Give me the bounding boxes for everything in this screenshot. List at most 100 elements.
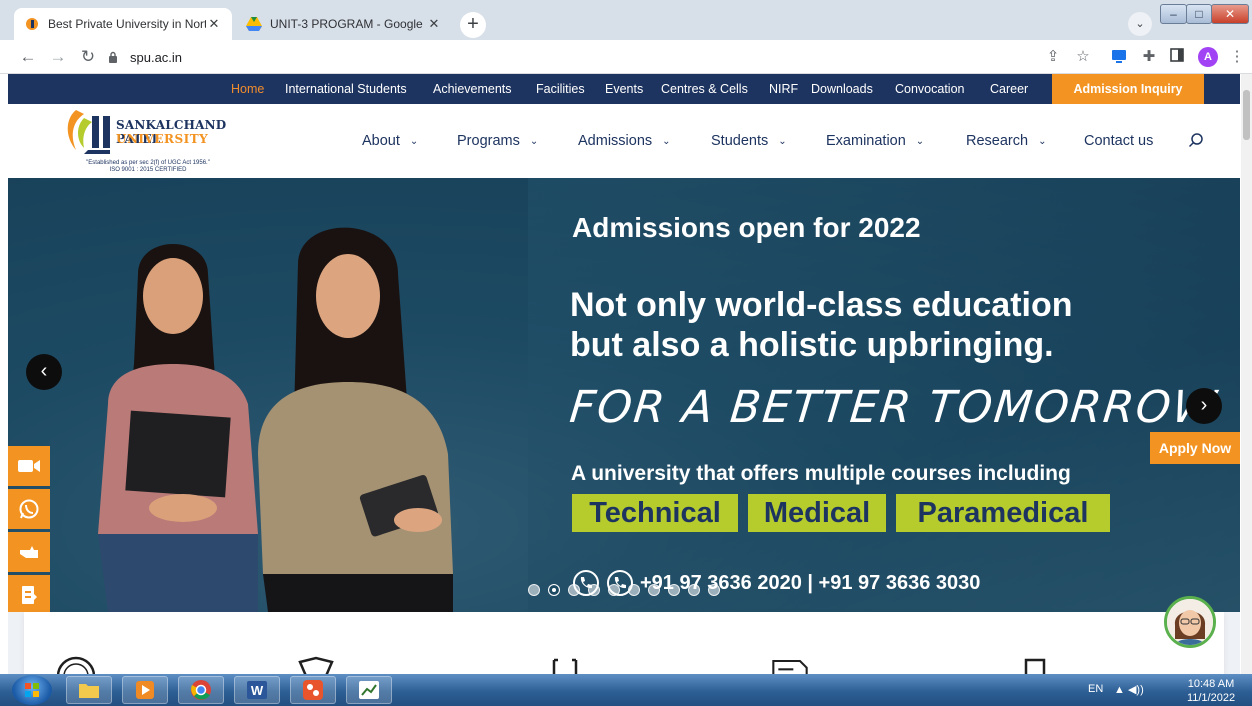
document-icon — [772, 659, 808, 675]
profile-avatar[interactable]: A — [1198, 47, 1218, 67]
slider-prev-button[interactable]: ‹ — [26, 354, 62, 390]
taskbar-file-explorer[interactable] — [66, 676, 112, 704]
tab-close-icon[interactable]: ✕ — [206, 16, 222, 32]
nav-item-research[interactable]: Research ⌄ — [966, 130, 1046, 152]
topnav-link-facilities[interactable]: Facilities — [536, 74, 585, 104]
slider-dot[interactable] — [588, 584, 600, 596]
slider-dot[interactable] — [688, 584, 700, 596]
building-icon — [1024, 658, 1046, 676]
tab-title: Best Private University in North G — [48, 17, 206, 31]
video-icon — [18, 460, 40, 472]
students-photo — [98, 227, 453, 612]
top-navigation-bar: Home International Students Achievements… — [8, 74, 1240, 104]
chevron-down-icon: ⌄ — [409, 135, 419, 147]
topnav-link-international-students[interactable]: International Students — [285, 74, 407, 104]
application-form-button[interactable] — [8, 575, 50, 615]
google-drive-icon — [246, 16, 262, 32]
topnav-link-convocation[interactable]: Convocation — [895, 74, 965, 104]
clock-time[interactable]: 10:48 AM — [1180, 678, 1242, 690]
window-minimize-button[interactable]: – — [1160, 4, 1187, 24]
taskbar-app-orange[interactable] — [290, 676, 336, 704]
folder-icon — [79, 684, 99, 698]
windows-taskbar: W EN ▲ ◀)) 10:48 AM 11/1/2022 — [0, 674, 1252, 706]
nav-item-students[interactable]: Students ⌄ — [711, 130, 787, 152]
topnav-link-downloads[interactable]: Downloads — [811, 74, 873, 104]
tab-title: UNIT-3 PROGRAM - Google Drive — [270, 17, 426, 31]
tray-language[interactable]: EN — [1088, 683, 1103, 695]
nav-item-contact-us[interactable]: Contact us — [1084, 130, 1153, 152]
nav-item-label: Students — [711, 133, 769, 149]
back-arrow-icon[interactable]: ← — [18, 47, 38, 67]
hero-title: Admissions open for 2022 — [572, 212, 921, 243]
slider-dot[interactable] — [648, 584, 660, 596]
extension-screen-icon[interactable] — [1110, 48, 1128, 66]
taskbar-media-player[interactable] — [122, 676, 168, 704]
chrome-icon — [191, 680, 211, 700]
nav-item-programs[interactable]: Programs ⌄ — [457, 130, 538, 152]
page-scrollbar[interactable] — [1241, 74, 1252, 674]
nav-item-label: Programs — [457, 133, 520, 149]
reload-icon[interactable]: ↻ — [78, 47, 98, 67]
slider-dot[interactable] — [528, 584, 540, 596]
clock-date[interactable]: 11/1/2022 — [1180, 692, 1242, 704]
topnav-link-nirf[interactable]: NIRF — [769, 74, 798, 104]
window-close-button[interactable]: ✕ — [1211, 4, 1249, 24]
whatsapp-button[interactable] — [8, 489, 50, 529]
chevron-down-icon: ⌄ — [1038, 135, 1047, 147]
side-panel-icon[interactable] — [1168, 48, 1186, 66]
nav-item-admissions[interactable]: Admissions ⌄ — [578, 130, 671, 152]
topnav-link-achievements[interactable]: Achievements — [433, 74, 512, 104]
main-header: SANKALCHAND PATEL UNIVERSITY "Establishe… — [8, 104, 1240, 178]
taskbar-project[interactable] — [346, 676, 392, 704]
address-bar[interactable]: spu.ac.in — [108, 45, 1068, 69]
slider-next-button[interactable]: › — [1186, 388, 1222, 424]
hand-pointer-icon — [20, 546, 38, 558]
apply-now-button[interactable]: Apply Now — [1150, 432, 1240, 464]
logo-tagline-iso: ISO 9001 : 2015 CERTIFIED — [109, 167, 187, 173]
tab-search-button[interactable]: ⌄ — [1128, 12, 1152, 36]
extensions-puzzle-icon[interactable]: ✚ — [1140, 48, 1158, 66]
new-tab-button[interactable]: + — [460, 12, 486, 38]
tray-volume-icon[interactable]: ▲ ◀)) — [1114, 683, 1144, 696]
forward-arrow-icon[interactable]: → — [48, 47, 68, 67]
taskbar-word[interactable]: W — [234, 676, 280, 704]
nav-item-label: Contact us — [1084, 133, 1154, 149]
admission-inquiry-button[interactable]: Admission Inquiry — [1052, 74, 1204, 104]
chevron-down-icon: ⌄ — [529, 135, 539, 147]
slider-dot[interactable] — [708, 584, 720, 596]
topnav-link-events[interactable]: Events — [605, 74, 643, 104]
bookmark-star-icon[interactable]: ☆ — [1074, 48, 1092, 66]
enquire-button[interactable] — [8, 532, 50, 572]
tab-close-icon[interactable]: ✕ — [426, 16, 442, 32]
logo-emblem-icon — [67, 110, 110, 154]
slider-dot[interactable] — [608, 584, 620, 596]
chevron-down-icon: ⌄ — [662, 135, 671, 147]
topnav-link-career[interactable]: Career — [990, 74, 1028, 104]
url-text: spu.ac.in — [130, 49, 183, 65]
svg-text:W: W — [251, 683, 264, 698]
search-icon[interactable] — [1188, 132, 1208, 152]
slider-dot[interactable] — [628, 584, 640, 596]
chatbot-avatar-button[interactable] — [1164, 596, 1216, 648]
share-icon[interactable]: ⇪ — [1044, 48, 1062, 66]
browser-tab-spu[interactable]: Best Private University in North G ✕ — [14, 8, 232, 40]
form-icon — [22, 586, 37, 604]
video-call-button[interactable] — [8, 446, 50, 486]
topnav-link-home[interactable]: Home — [231, 74, 264, 104]
nav-item-about[interactable]: About ⌄ — [362, 130, 418, 152]
menu-kebab-icon[interactable]: ⋮ — [1228, 48, 1246, 66]
slider-dot[interactable] — [568, 584, 580, 596]
hero-slider: Admissions open for 2022 Not only world-… — [8, 178, 1240, 612]
university-logo[interactable]: SANKALCHAND PATEL UNIVERSITY "Establishe… — [60, 106, 236, 176]
word-icon: W — [247, 681, 267, 699]
topnav-link-centres-cells[interactable]: Centres & Cells — [661, 74, 748, 104]
nav-item-examination[interactable]: Examination ⌄ — [826, 130, 924, 152]
nav-item-label: Admissions — [578, 133, 653, 149]
page-scrollbar-thumb[interactable] — [1243, 90, 1250, 140]
slider-dot[interactable] — [548, 584, 560, 596]
taskbar-chrome[interactable] — [178, 676, 224, 704]
browser-tab-drive[interactable]: UNIT-3 PROGRAM - Google Drive ✕ — [236, 8, 452, 40]
windows-start-button[interactable] — [12, 675, 52, 705]
window-maximize-button[interactable]: □ — [1186, 4, 1212, 24]
slider-dot[interactable] — [668, 584, 680, 596]
